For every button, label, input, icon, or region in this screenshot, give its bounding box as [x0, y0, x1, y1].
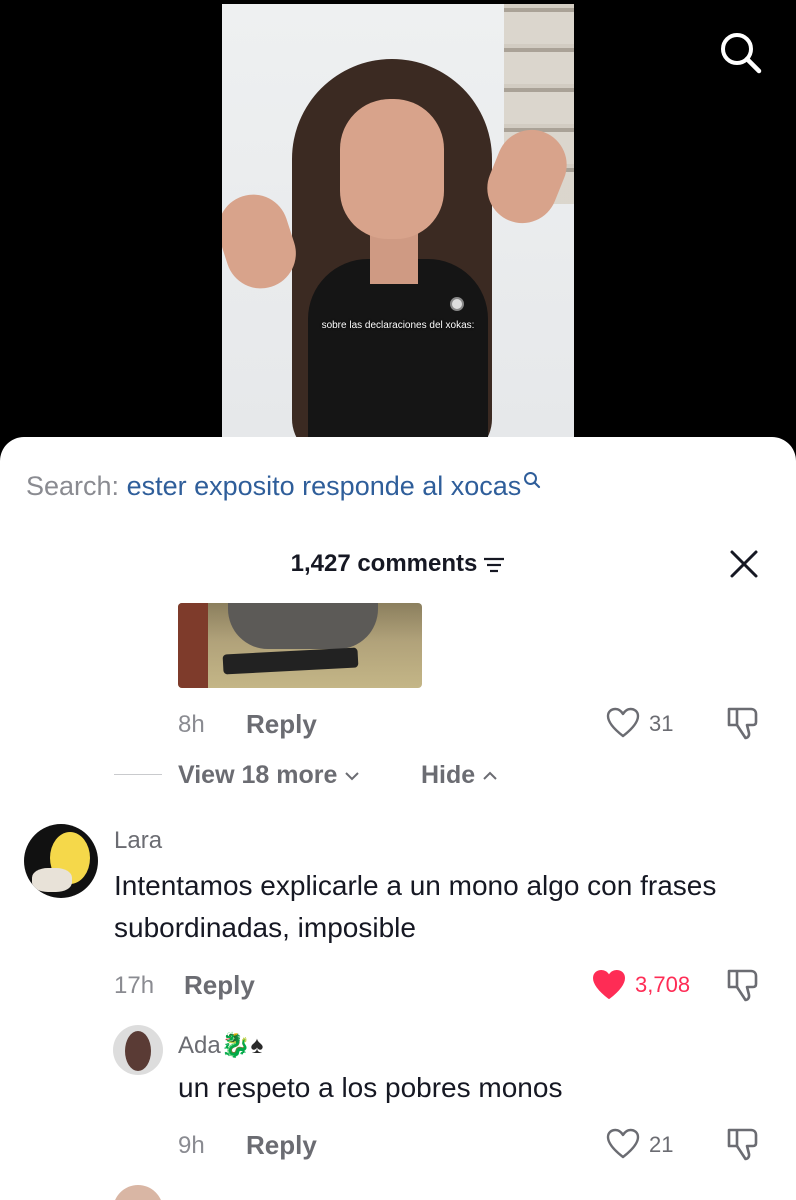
hide-replies[interactable]: Hide [421, 761, 498, 790]
comment-text: un respeto a los pobres monos [178, 1072, 563, 1103]
avatar-shape [125, 1031, 151, 1071]
reply-button[interactable]: Reply [184, 970, 255, 1001]
comment-time: 8h [178, 711, 205, 738]
comments-sheet: Search: ester exposito responde al xocas… [0, 437, 796, 1200]
comment-time: 9h [178, 1132, 205, 1159]
microphone-pin [450, 297, 464, 311]
comments-count: 1,427 comments [290, 550, 478, 577]
avatar[interactable] [113, 1185, 163, 1200]
dislike-icon[interactable] [723, 967, 763, 1003]
search-icon[interactable] [716, 28, 764, 76]
comment-gif[interactable] [178, 603, 422, 688]
gif-wall [178, 603, 208, 688]
chevron-up-icon [483, 771, 497, 781]
view-more-replies[interactable]: View 18 more [178, 761, 360, 790]
like-count: 31 [649, 711, 674, 736]
video-caption: sobre las declaraciones del xokas: [321, 320, 475, 331]
avatar[interactable] [113, 1025, 163, 1075]
video-frame[interactable]: sobre las declaraciones del xokas: [222, 4, 574, 440]
dislike-icon[interactable] [723, 705, 763, 741]
person-face [340, 99, 444, 239]
search-term-link[interactable]: ester exposito responde al xocas [127, 471, 522, 501]
gif-keyboard [222, 647, 359, 675]
comment-text: Intentamos explicarle a un mono algo con… [114, 870, 717, 943]
heart-icon[interactable] [591, 969, 627, 1001]
reply-button[interactable]: Reply [246, 709, 317, 740]
comment-time: 17h [114, 972, 155, 999]
view-more-label: View 18 more [178, 761, 338, 789]
avatar[interactable] [24, 824, 98, 898]
filter-icon[interactable] [483, 556, 505, 574]
hide-label: Hide [421, 761, 476, 789]
heart-icon[interactable] [606, 707, 640, 739]
like-count: 3,708 [635, 972, 691, 997]
comment-username[interactable]: Ada🐉♠ [178, 1031, 263, 1060]
chevron-down-icon [345, 772, 360, 781]
dislike-icon[interactable] [723, 1126, 763, 1162]
like-count: 21 [649, 1132, 674, 1157]
username-text: Ada [178, 1032, 221, 1059]
avatar-shape [32, 868, 72, 892]
person-top [308, 259, 488, 440]
gif-arm [228, 603, 378, 649]
search-prefix: Search: [26, 471, 120, 501]
reply-button[interactable]: Reply [246, 1130, 317, 1161]
thread-divider [114, 774, 162, 775]
close-icon[interactable] [727, 547, 761, 581]
comments-header: 1,427 comments [0, 550, 796, 578]
video-player[interactable]: sobre las declaraciones del xokas: [0, 0, 796, 470]
comment-username[interactable]: Lara [114, 827, 162, 855]
username-emoji: 🐉♠ [220, 1032, 264, 1059]
search-suggestion[interactable]: Search: ester exposito responde al xocas [26, 471, 541, 502]
heart-icon[interactable] [606, 1128, 640, 1160]
search-icon [524, 472, 541, 489]
